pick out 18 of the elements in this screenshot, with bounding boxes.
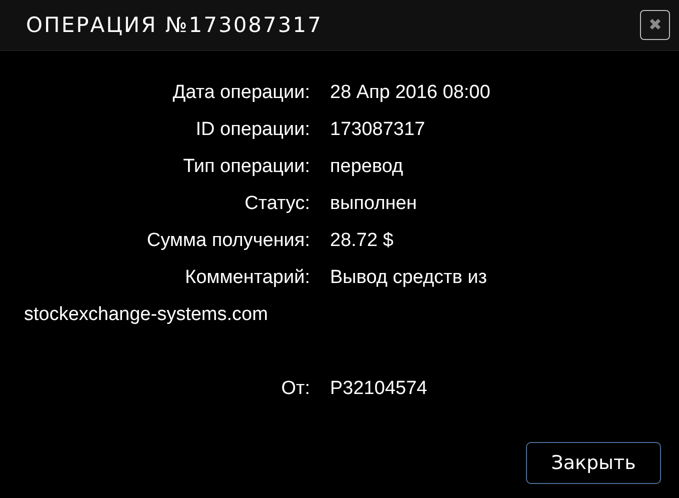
field-label: ID операции: <box>194 118 310 142</box>
field-value: 28.72 $ <box>330 230 394 251</box>
field-label: Тип операции: <box>182 155 310 179</box>
field-label: Сумма получения: <box>146 229 310 253</box>
field-label: Дата операции: <box>172 81 310 105</box>
field-label: Комментарий: <box>184 266 310 290</box>
field-value: перевод <box>330 156 404 177</box>
window-title: ОПЕРАЦИЯ №173087317 <box>26 13 322 37</box>
field-value: выполнен <box>330 193 417 214</box>
close-button[interactable]: ✖ <box>640 10 670 40</box>
field-value: 28 Апр 2016 08:00 <box>330 82 490 103</box>
close-dialog-button[interactable]: Закрыть <box>526 442 661 484</box>
field-label: От: <box>280 377 310 401</box>
field-value: 173087317 <box>330 119 426 140</box>
field-value: stockexchange-systems.com <box>24 304 268 325</box>
field-value: Вывод средств из <box>330 267 487 288</box>
field-value: P32104574 <box>330 378 428 399</box>
field-label: Статус: <box>244 192 310 216</box>
